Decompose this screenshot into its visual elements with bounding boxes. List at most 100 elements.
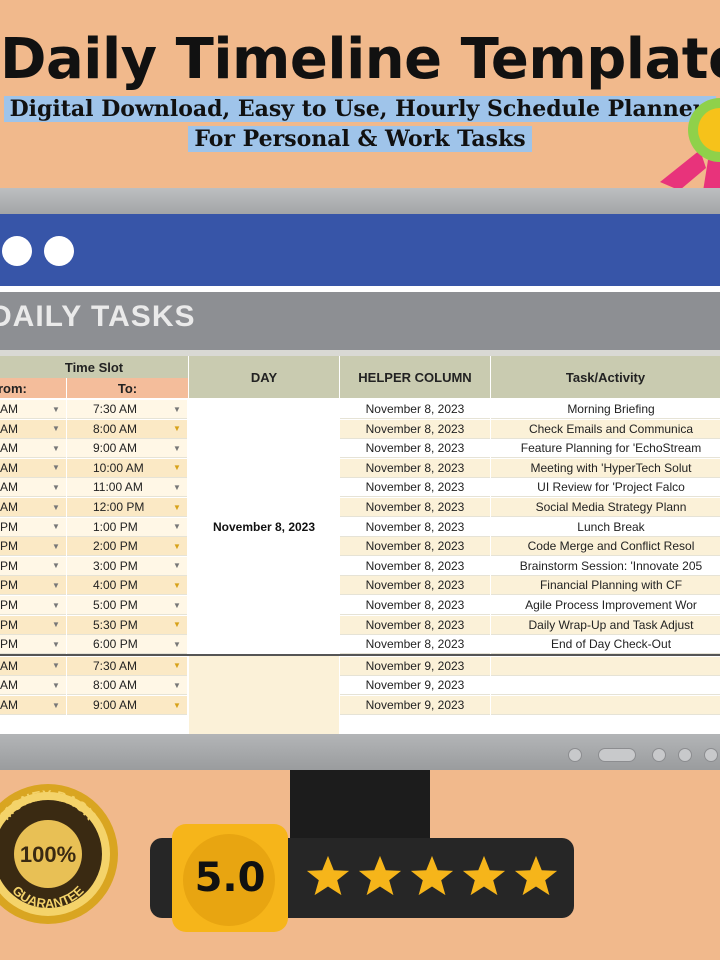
dropdown-arrow-icon[interactable]: ▼ [52,601,60,610]
task-cell[interactable]: Morning Briefing [491,400,720,419]
to-time-cell[interactable]: 7:30 AM ▼ [67,400,187,419]
dropdown-arrow-icon[interactable]: ▼ [52,581,60,590]
task-cell[interactable] [491,696,720,715]
task-cell[interactable]: End of Day Check-Out [491,635,720,655]
from-time-cell[interactable]: AM ▼ [0,419,66,439]
monitor-button[interactable] [568,748,582,762]
dropdown-arrow-icon[interactable]: ▼ [173,424,181,433]
to-time-cell[interactable]: 6:00 PM ▼ [67,635,187,655]
dropdown-arrow-icon[interactable]: ▼ [52,483,60,492]
to-time-cell[interactable]: 11:00 AM ▼ [67,478,187,498]
dropdown-arrow-icon[interactable]: ▼ [173,640,181,649]
from-time-cell[interactable]: PM ▼ [0,596,66,615]
group-divider [0,654,720,656]
from-time-cell[interactable]: AM ▼ [0,676,66,696]
star-icon [306,855,350,896]
task-cell[interactable]: Brainstorm Session: 'Innovate 205 [491,556,720,576]
to-time-cell[interactable]: 9:00 AM ▼ [67,696,187,715]
from-time-cell[interactable]: PM ▼ [0,615,66,635]
dropdown-arrow-icon[interactable]: ▼ [173,542,181,551]
dropdown-arrow-icon[interactable]: ▼ [52,640,60,649]
task-cell[interactable]: Meeting with 'HyperTech Solut [491,458,720,478]
table-row: PM ▼ 5:00 PM ▼ November 8, 2023 Agile Pr… [0,596,720,616]
subtitle-line-1: Digital Download, Easy to Use, Hourly Sc… [0,94,720,124]
task-cell[interactable]: Social Media Strategy Plann [491,498,720,517]
monitor-arrows-button[interactable] [598,748,636,762]
task-cell[interactable]: Daily Wrap-Up and Task Adjust [491,615,720,635]
dropdown-arrow-icon[interactable]: ▼ [52,444,60,453]
to-time-cell[interactable]: 10:00 AM ▼ [67,458,187,478]
dropdown-arrow-icon[interactable]: ▼ [173,444,181,453]
task-cell[interactable]: Feature Planning for 'EchoStream [491,439,720,459]
to-time-cell[interactable]: 8:00 AM ▼ [67,419,187,439]
dropdown-arrow-icon[interactable]: ▼ [173,405,181,414]
helper-date-cell: November 8, 2023 [340,537,490,557]
from-time-value: PM [0,617,18,632]
dropdown-arrow-icon[interactable]: ▼ [52,661,60,670]
to-time-cell[interactable]: 8:00 AM ▼ [67,676,187,696]
day-group-cell: November 8, 2023 [189,400,339,654]
dropdown-arrow-icon[interactable]: ▼ [52,463,60,472]
dropdown-arrow-icon[interactable]: ▼ [52,503,60,512]
power-button[interactable] [704,748,718,762]
from-time-cell[interactable]: PM ▼ [0,537,66,557]
from-time-cell[interactable]: AM ▼ [0,498,66,517]
dropdown-arrow-icon[interactable]: ▼ [52,405,60,414]
dropdown-arrow-icon[interactable]: ▼ [173,561,181,570]
table-row: AM ▼ 9:00 AM ▼ November 9, 2023 [0,696,720,716]
monitor-button[interactable] [652,748,666,762]
from-time-cell[interactable]: PM ▼ [0,635,66,655]
dropdown-arrow-icon[interactable]: ▼ [52,681,60,690]
from-time-value: PM [0,558,18,573]
task-cell[interactable]: Check Emails and Communica [491,419,720,439]
dropdown-arrow-icon[interactable]: ▼ [173,463,181,472]
to-time-cell[interactable]: 4:00 PM ▼ [67,576,187,596]
dropdown-arrow-icon[interactable]: ▼ [173,581,181,590]
from-time-cell[interactable]: AM ▼ [0,696,66,715]
window-dot[interactable] [44,236,74,266]
task-cell[interactable] [491,676,720,696]
dropdown-arrow-icon[interactable]: ▼ [52,522,60,531]
from-time-cell[interactable]: PM ▼ [0,576,66,596]
dropdown-arrow-icon[interactable]: ▼ [52,561,60,570]
from-time-cell[interactable]: AM ▼ [0,478,66,498]
dropdown-arrow-icon[interactable]: ▼ [52,620,60,629]
dropdown-arrow-icon[interactable]: ▼ [173,681,181,690]
to-time-cell[interactable]: 9:00 AM ▼ [67,439,187,459]
task-cell[interactable]: Lunch Break [491,517,720,537]
dropdown-arrow-icon[interactable]: ▼ [52,701,60,710]
from-time-cell[interactable]: PM ▼ [0,556,66,576]
dropdown-arrow-icon[interactable]: ▼ [173,503,181,512]
from-time-cell[interactable]: AM ▼ [0,656,66,676]
to-time-cell[interactable]: 2:00 PM ▼ [67,537,187,557]
to-time-cell[interactable]: 5:30 PM ▼ [67,615,187,635]
dropdown-arrow-icon[interactable]: ▼ [173,661,181,670]
to-time-cell[interactable]: 12:00 PM ▼ [67,498,187,517]
to-time-cell[interactable]: 1:00 PM ▼ [67,517,187,537]
from-time-value: AM [0,678,18,693]
dropdown-arrow-icon[interactable]: ▼ [173,701,181,710]
dropdown-arrow-icon[interactable]: ▼ [173,620,181,629]
dropdown-arrow-icon[interactable]: ▼ [173,601,181,610]
from-time-cell[interactable]: AM ▼ [0,400,66,419]
from-time-cell[interactable]: AM ▼ [0,458,66,478]
task-cell[interactable]: Code Merge and Conflict Resol [491,537,720,557]
to-time-cell[interactable]: 7:30 AM ▼ [67,656,187,676]
task-cell[interactable]: Agile Process Improvement Wor [491,596,720,615]
task-cell[interactable] [491,656,720,676]
monitor-button[interactable] [678,748,692,762]
from-time-cell[interactable]: AM ▼ [0,439,66,459]
to-time-value: 10:00 AM [93,460,144,475]
task-cell[interactable]: Financial Planning with CF [491,576,720,596]
dropdown-arrow-icon[interactable]: ▼ [173,483,181,492]
dropdown-arrow-icon[interactable]: ▼ [52,542,60,551]
monitor-bottom-bezel [0,734,720,770]
from-time-cell[interactable]: PM ▼ [0,517,66,537]
to-time-cell[interactable]: 5:00 PM ▼ [67,596,187,615]
to-time-cell[interactable]: 3:00 PM ▼ [67,556,187,576]
dropdown-arrow-icon[interactable]: ▼ [52,424,60,433]
star-icon [514,855,558,896]
dropdown-arrow-icon[interactable]: ▼ [173,522,181,531]
task-cell[interactable]: UI Review for 'Project Falco [491,478,720,498]
window-dot[interactable] [2,236,32,266]
